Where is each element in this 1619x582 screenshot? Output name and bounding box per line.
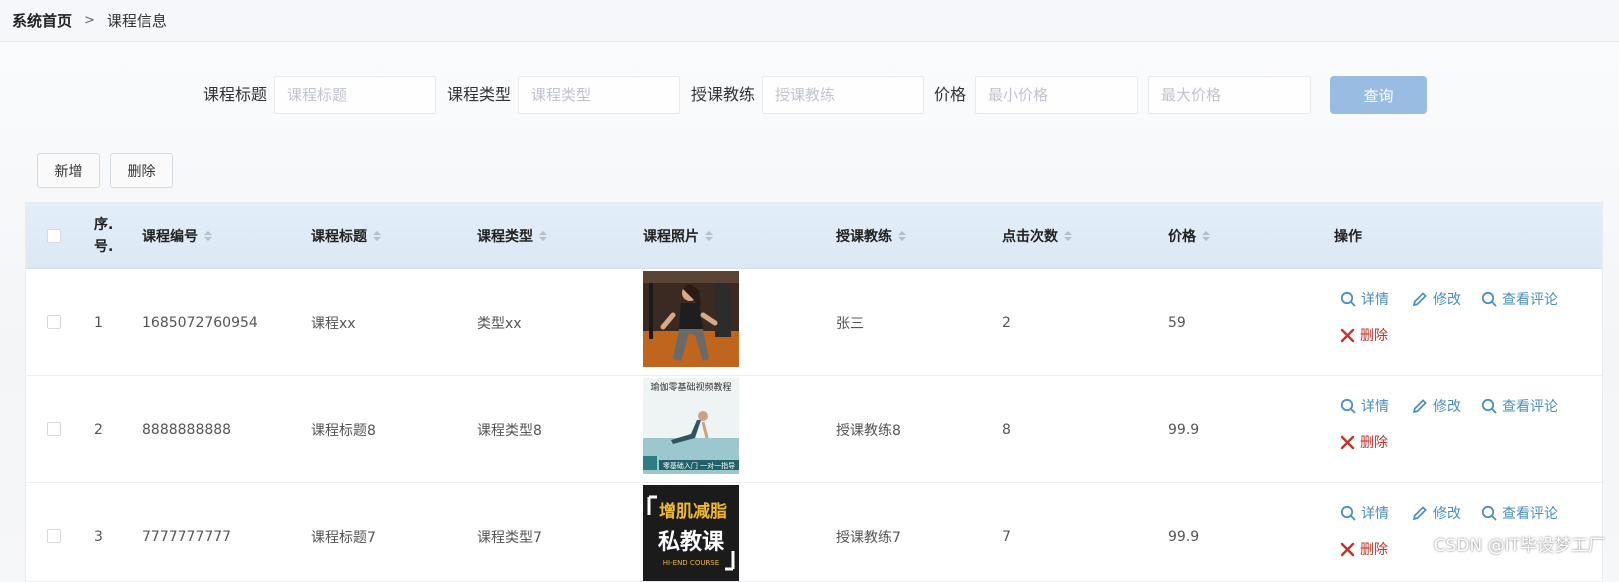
watermark: CSDN @IT毕设梦工厂 — [1433, 536, 1605, 556]
cell-coach: 授课教练7 — [836, 529, 901, 546]
cell-seq: 1 — [94, 314, 103, 331]
edit-button[interactable]: 修改 — [1412, 396, 1461, 416]
fitness-photo-icon[interactable] — [643, 271, 739, 367]
page: 系统首页 > 课程信息 课程标题 课程类型 授课教练 价格 查询 新增 删除 序… — [0, 0, 1619, 582]
cell-price: 59 — [1168, 314, 1186, 331]
cell-clicks: 7 — [1002, 528, 1011, 545]
row-delete-button[interactable]: 删除 — [1340, 432, 1388, 452]
breadcrumb-current: 课程信息 — [106, 12, 167, 30]
table-row: 2 8888888888 课程标题8 课程类型8 瑜伽零基础视频教程 零基础入门… — [26, 376, 1602, 483]
poster-yoga-badge: 零基础入门 一对一指导 — [663, 461, 735, 470]
sort-icon[interactable] — [204, 231, 212, 241]
yoga-photo-icon[interactable]: 瑜伽零基础视频教程 零基础入门 一对一指导 — [643, 378, 739, 474]
coach-label: 授课教练 — [691, 85, 756, 104]
view-comments-button[interactable]: 查看评论 — [1481, 396, 1558, 416]
poster-private-line3: HI-END COURSE — [663, 559, 719, 567]
view-comments-button[interactable]: 查看评论 — [1481, 289, 1558, 309]
delete-button[interactable]: 删除 — [110, 153, 173, 188]
row-checkbox[interactable] — [47, 422, 61, 436]
column-seq: 序. 号. — [94, 217, 114, 255]
column-code[interactable]: 课程编号 — [142, 203, 212, 269]
cell-clicks: 8 — [1002, 421, 1011, 438]
breadcrumb-separator: > — [84, 13, 95, 28]
select-all-checkbox[interactable] — [47, 229, 61, 243]
search-icon — [1340, 291, 1356, 307]
search-icon — [1481, 291, 1497, 307]
edit-button[interactable]: 修改 — [1412, 289, 1461, 309]
row-delete-button[interactable]: 删除 — [1340, 539, 1388, 559]
row-checkbox[interactable] — [47, 315, 61, 329]
poster-private-line1: 增肌减脂 — [659, 501, 727, 522]
close-icon — [1340, 542, 1355, 556]
column-actions: 操作 — [1334, 229, 1362, 245]
search-icon — [1340, 398, 1356, 414]
cell-coach: 授课教练8 — [836, 422, 901, 439]
search-icon — [1481, 505, 1497, 521]
edit-button[interactable]: 修改 — [1412, 503, 1461, 523]
cell-type: 课程类型8 — [477, 422, 542, 439]
max-price-input[interactable] — [1148, 76, 1311, 114]
row-delete-button[interactable]: 删除 — [1340, 325, 1388, 345]
search-icon — [1340, 505, 1356, 521]
search-form: 课程标题 课程类型 授课教练 价格 查询 — [0, 76, 1619, 114]
close-icon — [1340, 328, 1355, 342]
cell-price: 99.9 — [1168, 528, 1200, 545]
detail-button[interactable]: 详情 — [1340, 503, 1389, 523]
cell-code: 7777777777 — [142, 528, 232, 545]
search-icon — [1481, 398, 1497, 414]
table-header: 序. 号. 课程编号 课程标题 课程类型 课程照片 授课教练 点击次数 价格 操… — [26, 203, 1602, 269]
cell-code: 1685072760954 — [142, 314, 258, 331]
cell-title: 课程标题8 — [311, 422, 376, 439]
breadcrumb: 系统首页 > 课程信息 — [0, 0, 1619, 42]
sort-icon[interactable] — [898, 231, 906, 241]
cell-seq: 2 — [94, 421, 103, 438]
detail-button[interactable]: 详情 — [1340, 396, 1389, 416]
private-course-poster-icon[interactable]: 增肌减脂 私教课 HI-END COURSE — [643, 485, 739, 581]
type-label: 课程类型 — [447, 85, 512, 104]
type-search-input[interactable] — [518, 76, 680, 114]
cell-coach: 张三 — [836, 315, 864, 332]
table-row: 3 7777777777 课程标题7 课程类型7 增肌减脂 私教课 HI-END… — [26, 483, 1602, 581]
column-type[interactable]: 课程类型 — [477, 203, 547, 269]
sort-icon[interactable] — [539, 231, 547, 241]
title-search-input[interactable] — [274, 76, 436, 114]
sort-icon[interactable] — [373, 231, 381, 241]
view-comments-button[interactable]: 查看评论 — [1481, 503, 1558, 523]
close-icon — [1340, 435, 1355, 449]
sort-icon[interactable] — [705, 231, 713, 241]
poster-yoga-title: 瑜伽零基础视频教程 — [650, 381, 731, 393]
title-label: 课程标题 — [203, 85, 268, 104]
column-price[interactable]: 价格 — [1168, 203, 1210, 269]
detail-button[interactable]: 详情 — [1340, 289, 1389, 309]
add-button[interactable]: 新增 — [37, 153, 100, 188]
edit-icon — [1412, 292, 1427, 307]
column-coach[interactable]: 授课教练 — [836, 203, 906, 269]
course-table: 序. 号. 课程编号 课程标题 课程类型 课程照片 授课教练 点击次数 价格 操… — [25, 202, 1603, 582]
edit-icon — [1412, 399, 1427, 414]
cell-price: 99.9 — [1168, 421, 1200, 438]
coach-search-input[interactable] — [762, 76, 924, 114]
query-button[interactable]: 查询 — [1330, 76, 1427, 114]
sort-icon[interactable] — [1202, 231, 1210, 241]
cell-seq: 3 — [94, 528, 103, 545]
cell-title: 课程标题7 — [311, 529, 376, 546]
poster-private-line2: 私教课 — [658, 529, 725, 555]
breadcrumb-home[interactable]: 系统首页 — [12, 10, 72, 31]
edit-icon — [1412, 506, 1427, 521]
cell-type: 类型xx — [477, 315, 522, 332]
row-checkbox[interactable] — [47, 529, 61, 543]
cell-code: 8888888888 — [142, 421, 232, 438]
min-price-input[interactable] — [975, 76, 1138, 114]
sort-icon[interactable] — [1064, 231, 1072, 241]
column-clicks[interactable]: 点击次数 — [1002, 203, 1072, 269]
cell-title: 课程xx — [311, 315, 356, 332]
price-label: 价格 — [934, 85, 967, 104]
cell-type: 课程类型7 — [477, 529, 542, 546]
table-row: 1 1685072760954 课程xx 类型xx 张三 2 59 详情 修改 … — [26, 269, 1602, 376]
cell-clicks: 2 — [1002, 314, 1011, 331]
column-title[interactable]: 课程标题 — [311, 203, 381, 269]
column-photo[interactable]: 课程照片 — [643, 203, 713, 269]
